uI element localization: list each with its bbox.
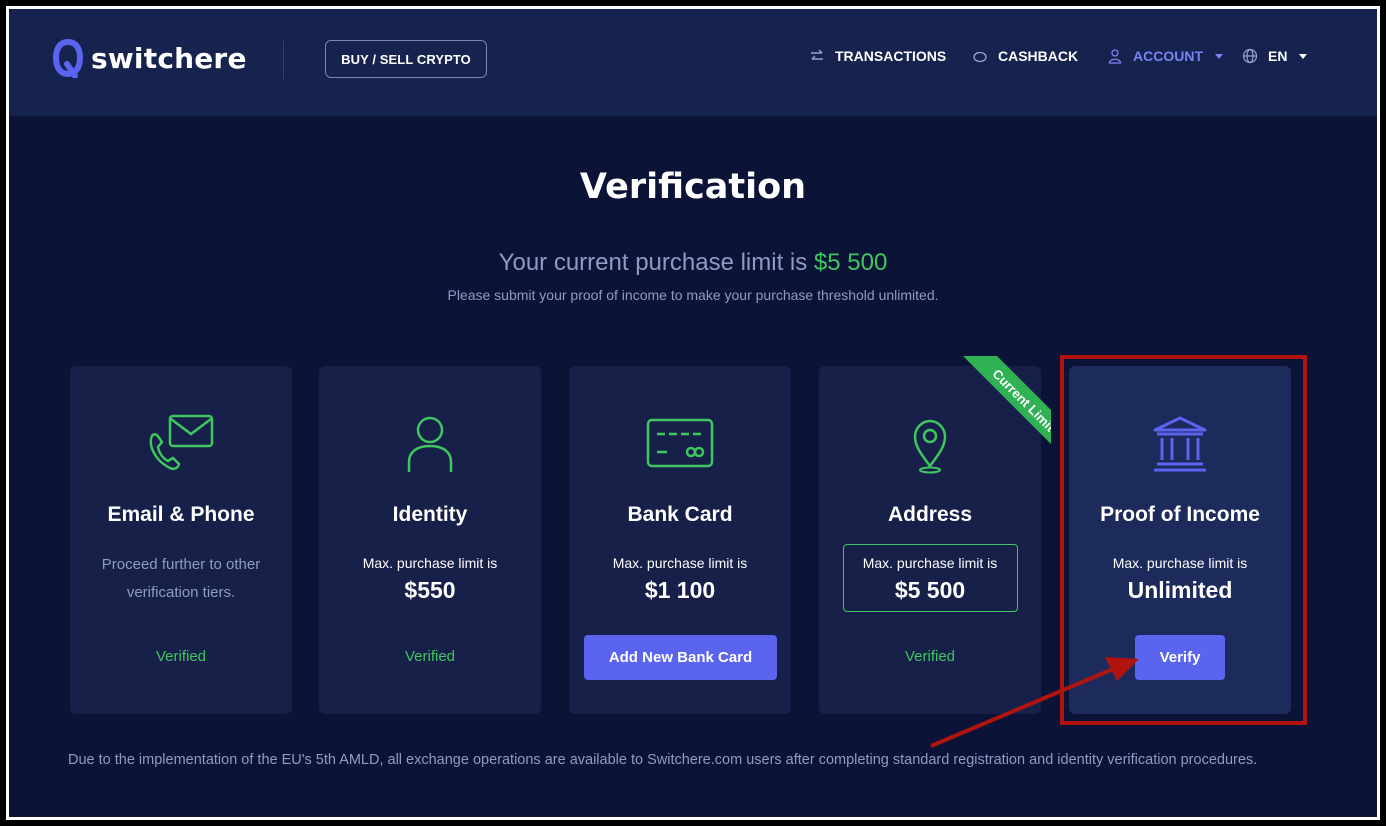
buy-sell-crypto-button[interactable]: BUY / SELL CRYPTO [325,40,487,78]
verified-status: Verified [904,648,956,665]
chevron-down-icon [1299,53,1308,59]
language-selector[interactable]: EN [1242,48,1308,64]
card-title: Identity [392,503,468,526]
card-address: Current Limit Address Max. purchase limi… [819,356,1051,714]
footnote: Due to the implementation of the EU's 5t… [68,752,1258,768]
nav-account-label: ACCOUNT [1133,48,1203,64]
limit-value: $1 100 [644,577,716,603]
add-new-bank-card-button[interactable]: Add New Bank Card [584,635,777,680]
page-title: Verification [579,167,807,207]
logo[interactable]: switchere [53,38,247,78]
current-limit-ribbon-label: Current Limit [962,356,1051,458]
nav-transactions[interactable]: TRANSACTIONS [809,48,946,64]
screenshot-frame: switchere BUY / SELL CRYPTO TRANSACTIONS… [0,0,1386,826]
chevron-down-icon [1215,53,1223,59]
card-description: Proceed further to other verification ti… [101,556,261,601]
language-label: EN [1268,48,1288,64]
limit-value: $550 [404,577,456,603]
credit-card-icon [646,418,714,468]
current-limit-amount: $5 500 [813,249,888,276]
email-phone-icon [149,414,214,471]
page: switchere BUY / SELL CRYPTO TRANSACTIONS… [6,6,1380,820]
card-title: Address [887,503,973,526]
user-icon [1108,49,1122,64]
piggy-bank-icon [973,51,987,63]
limit-label: Max. purchase limit is [362,555,498,571]
card-bank-card: Bank Card Max. purchase limit is $1 100 … [569,366,791,714]
card-email-phone: Email & Phone Proceed further to other v… [70,366,292,714]
nav-cashback-label: CASHBACK [998,48,1079,64]
card-identity: Identity Max. purchase limit is $550 Ver… [319,366,541,714]
current-limit-ribbon: Current Limit [955,356,1051,458]
top-navbar: switchere BUY / SELL CRYPTO TRANSACTIONS… [9,9,1377,116]
red-highlight-box [1060,355,1307,725]
limit-label: Max. purchase limit is [862,555,998,571]
page-subtitle: Please submit your proof of income to ma… [447,287,939,303]
verified-status: Verified [155,648,207,665]
limit-value: $5 500 [894,577,966,603]
nav-account-dropdown[interactable]: ACCOUNT [1107,48,1223,64]
card-title: Bank Card [627,503,733,526]
user-icon [407,416,453,472]
nav-transactions-label: TRANSACTIONS [835,48,947,64]
current-limit-text: Your current purchase limit is $5 500 [9,249,1377,277]
verified-status: Verified [404,648,456,665]
header-divider [283,41,284,79]
transfer-arrows-icon [811,49,823,60]
logo-mark-icon [53,38,83,78]
globe-icon [1242,48,1258,64]
nav-cashback[interactable]: CASHBACK [972,48,1078,64]
limit-label: Max. purchase limit is [612,555,748,571]
card-title: Email & Phone [107,503,255,526]
logo-text: switchere [91,41,247,75]
current-limit-prefix: Your current purchase limit is [498,249,814,276]
